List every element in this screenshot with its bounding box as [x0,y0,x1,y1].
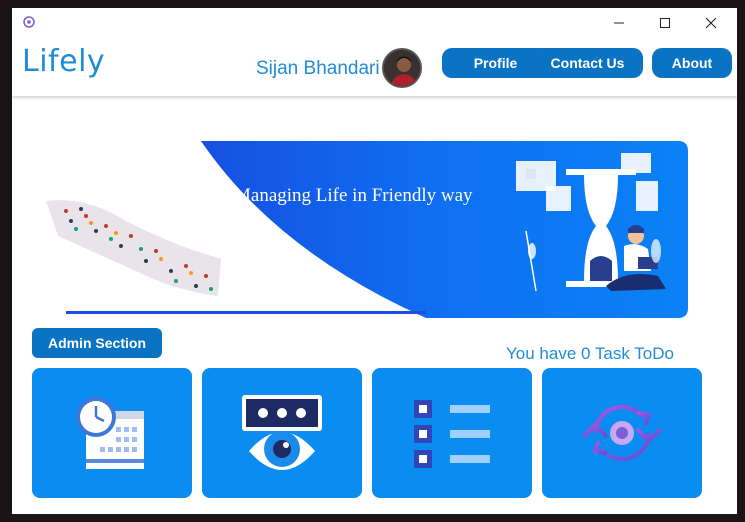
card-checklist[interactable] [372,368,532,498]
banner-tagline: Managing Life in Friendly way [234,185,473,206]
about-button[interactable]: About [652,48,732,78]
maximize-icon [660,18,670,28]
close-button[interactable] [688,8,734,38]
user-name: Sijan Bhandari [256,58,380,79]
card-sync[interactable] [542,368,702,498]
contact-us-button[interactable]: Contact Us [532,48,643,78]
avatar[interactable] [382,48,422,88]
maximize-button[interactable] [642,8,688,38]
card-calendar[interactable] [32,368,192,498]
crowd-illustration [46,200,221,296]
calendar-clock-icon [76,397,144,469]
eye-view-icon [242,395,322,470]
app-icon [23,16,35,28]
app-header: Lifely Sijan Bhandari Profile Contact Us… [12,38,737,96]
admin-section-button[interactable]: Admin Section [32,328,162,358]
checklist-icon [414,400,490,468]
minimize-icon [614,22,624,24]
hero-banner [46,141,688,318]
task-summary: You have 0 Task ToDo [506,344,674,363]
app-window: Lifely Sijan Bhandari Profile Contact Us… [12,8,737,514]
title-bar [12,8,737,38]
minimize-button[interactable] [596,8,642,38]
card-view[interactable] [202,368,362,498]
sync-icon [581,404,663,462]
app-logo: Lifely [22,44,106,79]
close-icon [705,17,717,29]
user-photo [384,50,420,86]
